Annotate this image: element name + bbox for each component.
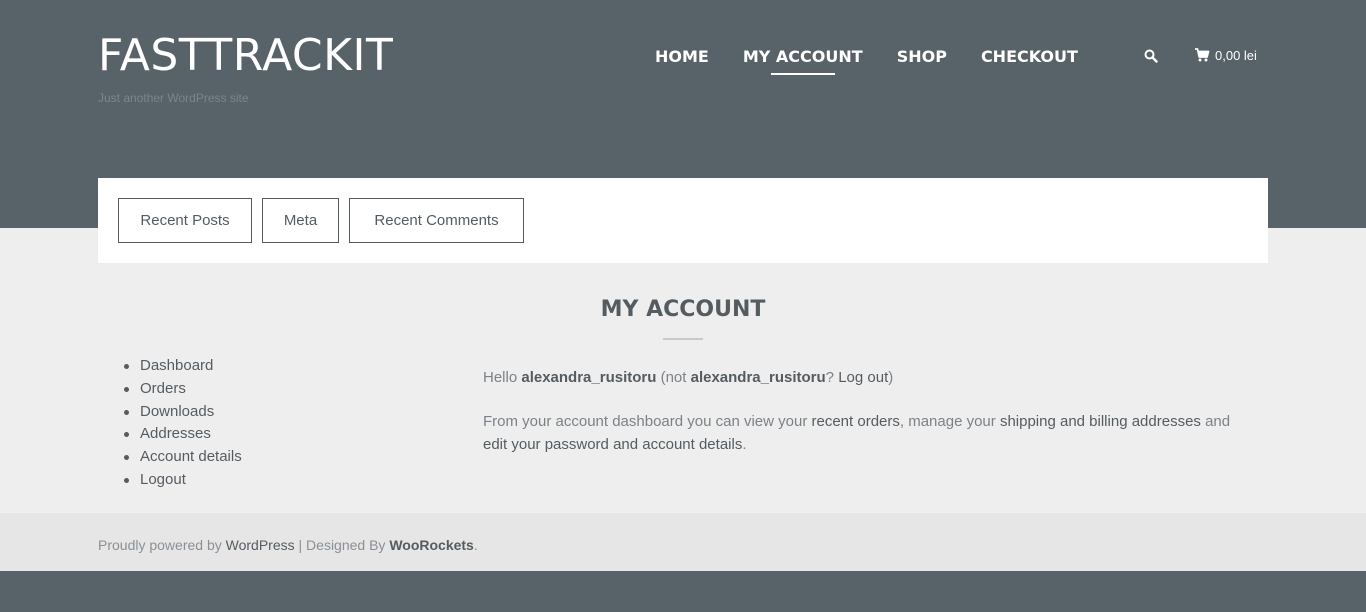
nav-checkout[interactable]: CHECKOUT (981, 47, 1078, 66)
main-nav: HOME MY ACCOUNT SHOP CHECKOUT (655, 47, 1112, 75)
addresses-link[interactable]: shipping and billing addresses (1000, 413, 1201, 430)
search-icon[interactable] (1144, 49, 1158, 63)
dash-intro: From your account dashboard you can view… (483, 413, 812, 430)
account-nav-account-details[interactable]: Account details (124, 447, 242, 470)
account-content: Hello alexandra_rusitoru (not alexandra_… (483, 366, 1253, 477)
site-tagline: Just another WordPress site (98, 91, 249, 105)
site-title[interactable]: FASTTRACKIT (98, 30, 393, 81)
dashboard-paragraph: From your account dashboard you can view… (483, 410, 1253, 456)
recent-orders-link[interactable]: recent orders (812, 413, 900, 430)
cart-total: 0,00 lei (1215, 47, 1257, 63)
username-repeat: alexandra_rusitoru (690, 369, 826, 386)
title-divider (663, 338, 703, 340)
recent-comments-button[interactable]: Recent Comments (349, 198, 524, 243)
greeting-paragraph: Hello alexandra_rusitoru (not alexandra_… (483, 366, 1253, 389)
hello-text: Hello (483, 369, 522, 386)
logout-link[interactable]: Log out (838, 369, 888, 386)
meta-button[interactable]: Meta (262, 198, 339, 243)
nav-home[interactable]: HOME (655, 47, 709, 66)
close-paren: ) (888, 369, 894, 386)
bottom-band (0, 571, 1366, 612)
wordpress-link[interactable]: WordPress (226, 537, 295, 553)
powered-text: Proudly powered by (98, 537, 226, 553)
account-nav-logout[interactable]: Logout (124, 470, 242, 493)
widget-tabs-bar: Recent Posts Meta Recent Comments (98, 178, 1268, 263)
site-footer: Proudly powered by WordPress | Designed … (0, 513, 1366, 571)
nav-my-account[interactable]: MY ACCOUNT (743, 47, 863, 75)
dash-mid: , manage your (899, 413, 1000, 430)
account-nav-orders[interactable]: Orders (124, 379, 242, 402)
username: alexandra_rusitoru (521, 369, 657, 386)
account-nav-dashboard[interactable]: Dashboard (124, 356, 242, 379)
account-navigation: Dashboard Orders Downloads Addresses Acc… (124, 356, 242, 493)
question-text: ? (825, 369, 839, 386)
footer-credits: Proudly powered by WordPress | Designed … (98, 537, 478, 553)
account-nav-addresses[interactable]: Addresses (124, 424, 242, 447)
account-nav-downloads[interactable]: Downloads (124, 402, 242, 425)
account-details-link[interactable]: edit your password and account details (483, 436, 742, 453)
cart-icon (1195, 48, 1210, 62)
not-text: (not (656, 369, 691, 386)
footer-period: . (473, 537, 478, 553)
dash-end: . (742, 436, 747, 453)
cart-button[interactable]: 0,00 lei (1194, 47, 1257, 63)
designed-by-text: | Designed By (294, 537, 390, 553)
recent-posts-button[interactable]: Recent Posts (118, 198, 252, 243)
page-title: MY ACCOUNT (600, 297, 766, 322)
dash-and: and (1200, 413, 1231, 430)
nav-shop[interactable]: SHOP (897, 47, 947, 66)
woorockets-link[interactable]: WooRockets (389, 537, 474, 553)
